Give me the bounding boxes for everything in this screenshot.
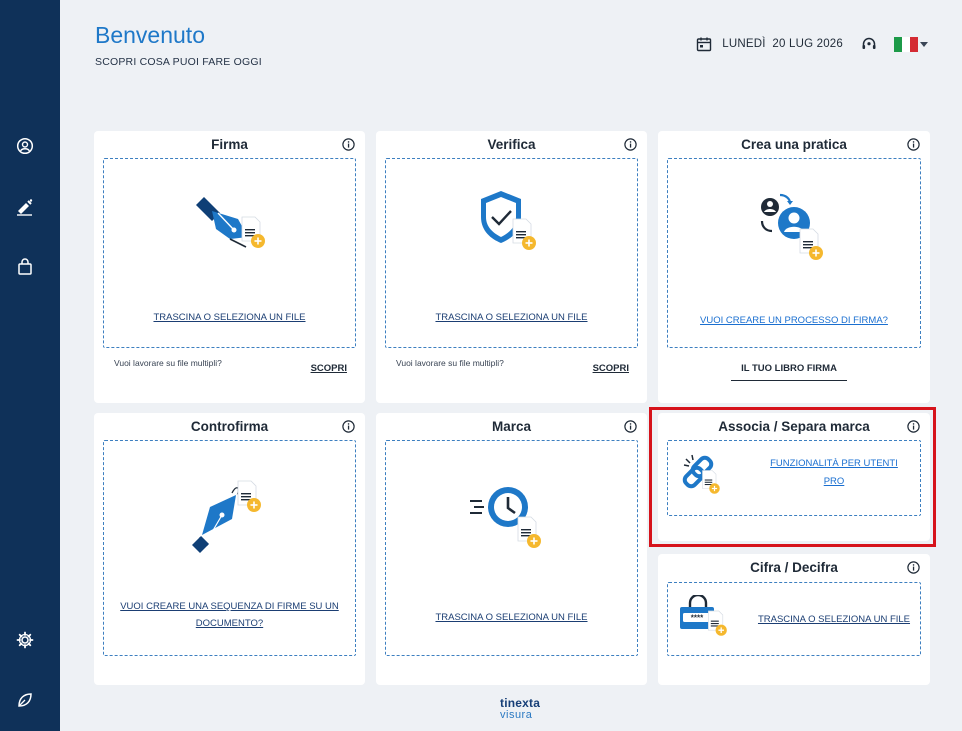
process-drop-zone[interactable]: VUOI CREARE UN PROCESSO DI FIRMA? [667, 158, 921, 348]
settings-icon[interactable] [15, 630, 35, 650]
leaf-icon[interactable] [15, 690, 35, 710]
card-marca: Marca TRASCINA O SELEZIONA UN FILE [376, 413, 647, 685]
info-icon[interactable] [342, 420, 355, 433]
file-drop-zone[interactable]: **** TRASCINA O SELEZIONA UN FILE [667, 582, 921, 656]
user-icon[interactable] [15, 136, 35, 156]
tinexta-visura-logo: tinexta visura [500, 697, 540, 721]
create-sequence-link[interactable]: VUOI CREARE UNA SEQUENZA DI FIRME SU UN … [104, 598, 355, 632]
page-subtitle: SCOPRI COSA PUOI FARE OGGI [95, 56, 262, 68]
card-verifica: Verifica TRASCINA O SELEZIONA UN FILE Vu… [376, 131, 647, 403]
info-icon[interactable] [342, 138, 355, 151]
sign-pen-icon [196, 197, 266, 249]
link-line: VUOI CREARE UNA SEQUENZA DI FIRME SU UN [120, 601, 339, 612]
link-line: DOCUMENTO? [195, 618, 264, 629]
select-file-link[interactable]: TRASCINA O SELEZIONA UN FILE [386, 609, 637, 626]
card-title: Crea una pratica [741, 137, 847, 152]
multiple-files-text: Vuoi lavorare su file multipli? [396, 358, 504, 368]
card-controfirma: Controfirma VUOI CREARE UNA SEQUENZA DI … [94, 413, 365, 685]
card-title: Controfirma [190, 419, 269, 434]
select-file-link[interactable]: TRASCINA O SELEZIONA UN FILE [748, 611, 920, 628]
select-file-link[interactable]: TRASCINA O SELEZIONA UN FILE [386, 309, 637, 326]
support-headset-icon[interactable] [860, 35, 878, 53]
sign-pen-icon[interactable] [15, 197, 35, 217]
file-drop-zone[interactable]: TRASCINA O SELEZIONA UN FILE [103, 158, 356, 348]
countersign-pen-icon [192, 480, 262, 553]
select-file-link[interactable]: TRASCINA O SELEZIONA UN FILE [104, 309, 355, 326]
calendar-icon [697, 37, 712, 52]
card-title: Verifica [487, 137, 536, 152]
card-title: Firma [211, 137, 248, 152]
logo-line-2: visura [500, 709, 533, 721]
info-icon[interactable] [624, 138, 637, 151]
sequence-drop-zone[interactable]: VUOI CREARE UNA SEQUENZA DI FIRME SU UN … [103, 440, 356, 656]
info-icon[interactable] [907, 138, 920, 151]
card-title: Marca [491, 419, 532, 434]
multiple-files-text: Vuoi lavorare su file multipli? [114, 358, 222, 368]
selection-highlight [649, 407, 936, 547]
bag-icon[interactable] [15, 257, 35, 277]
file-drop-zone[interactable]: TRASCINA O SELEZIONA UN FILE [385, 440, 638, 656]
scopri-link[interactable]: SCOPRI [311, 363, 347, 374]
info-icon[interactable] [907, 561, 920, 574]
card-crea-pratica: Crea una pratica VUOI CREARE UN PROCESSO… [658, 131, 930, 403]
chevron-down-icon[interactable] [920, 41, 928, 47]
current-date: LUNEDÌ 20 LUG 2026 [722, 38, 843, 50]
scopri-link[interactable]: SCOPRI [593, 363, 629, 374]
card-cifra-decifra: Cifra / Decifra **** TRASCINA O SELEZION… [658, 554, 930, 685]
file-drop-zone[interactable]: TRASCINA O SELEZIONA UN FILE [385, 158, 638, 348]
libro-firma-button[interactable]: IL TUO LIBRO FIRMA [731, 363, 847, 381]
pin-text: **** [691, 614, 704, 623]
timestamp-clock-icon [470, 487, 542, 549]
language-flag-italy[interactable] [894, 36, 918, 52]
lock-password-icon: **** [680, 595, 728, 637]
header-toolbar: LUNEDÌ 20 LUG 2026 [696, 35, 928, 53]
page-header: Benvenuto SCOPRI COSA PUOI FARE OGGI [95, 22, 262, 68]
users-exchange-icon [760, 193, 824, 261]
page-title: Benvenuto [95, 22, 205, 48]
card-title: Cifra / Decifra [750, 560, 838, 575]
info-icon[interactable] [624, 420, 637, 433]
card-firma: Firma TRASCINA O SELEZIONA UN FILE Vuoi … [94, 131, 365, 403]
sidebar [0, 0, 60, 731]
create-process-link[interactable]: VUOI CREARE UN PROCESSO DI FIRMA? [668, 312, 920, 329]
logo-line-1: tinexta [500, 696, 541, 710]
shield-check-icon [481, 191, 537, 251]
